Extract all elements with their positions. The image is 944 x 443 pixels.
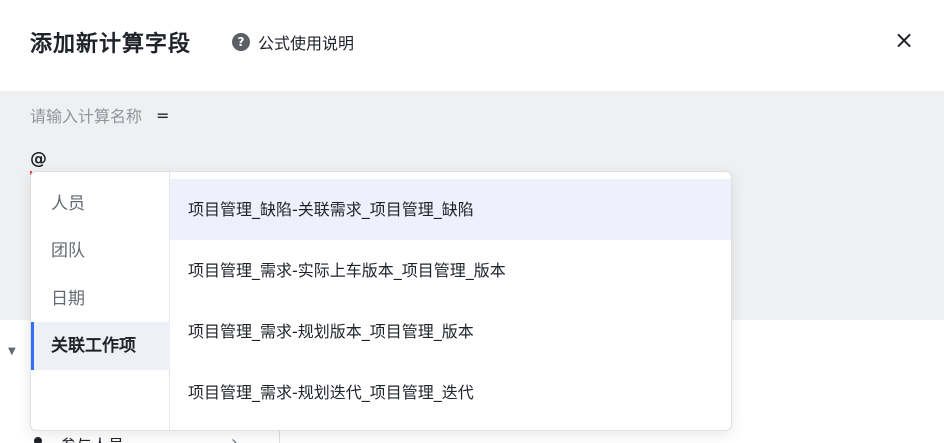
formula-help-label: 公式使用说明 <box>258 34 355 53</box>
dialog-title: 添加新计算字段 <box>30 32 192 57</box>
close-icon[interactable]: × <box>892 28 916 52</box>
formula-input-text[interactable]: @ <box>30 149 47 169</box>
field-list-item-participants[interactable]: 参与人员 <box>32 432 124 443</box>
option-item[interactable]: 项目管理_需求-规划版本_项目管理_版本 <box>170 301 731 362</box>
person-icon <box>32 437 44 443</box>
option-item[interactable]: 项目管理_需求-实际上车版本_项目管理_版本 <box>170 240 731 301</box>
calc-name-input[interactable]: 请输入计算名称 <box>30 103 142 127</box>
category-people[interactable]: 人员 <box>31 180 170 228</box>
field-list-item-label: 参与人员 <box>60 432 124 443</box>
field-suggestion-dropdown: 人员 团队 日期 关联工作项 项目管理_缺陷-关联需求_项目管理_缺陷 项目管理… <box>30 171 732 431</box>
formula-help-link[interactable]: ? 公式使用说明 <box>232 30 354 54</box>
option-item[interactable]: 项目管理_缺陷-关联需求_项目管理_缺陷 <box>170 179 731 240</box>
equals-sign: = <box>156 105 170 125</box>
formula-name-row: 请输入计算名称 = <box>30 103 169 127</box>
category-list: 人员 团队 日期 关联工作项 <box>31 172 170 430</box>
collapse-arrow-icon[interactable]: ▼ <box>8 346 16 357</box>
dialog-header: 添加新计算字段 ? 公式使用说明 × <box>0 0 944 91</box>
option-item[interactable]: 项目管理_需求-规划迭代_项目管理_迭代 <box>170 362 731 423</box>
help-icon: ? <box>232 33 250 51</box>
category-team[interactable]: 团队 <box>31 227 170 275</box>
category-related-work-items[interactable]: 关联工作项 <box>31 322 170 370</box>
chevron-right-icon[interactable]: › <box>231 432 237 443</box>
category-date[interactable]: 日期 <box>31 275 170 323</box>
option-list: 项目管理_缺陷-关联需求_项目管理_缺陷 项目管理_需求-实际上车版本_项目管理… <box>170 172 731 430</box>
